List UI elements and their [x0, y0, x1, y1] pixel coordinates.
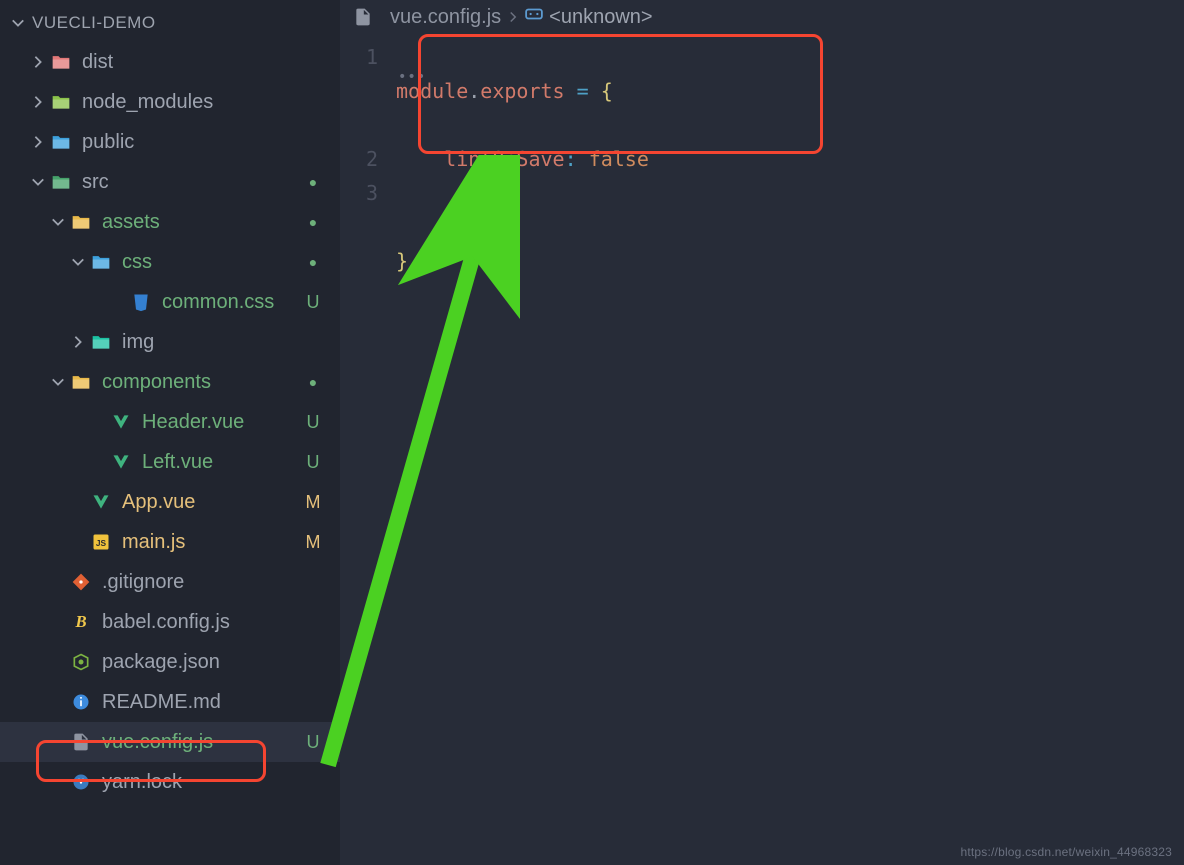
tree-item-left-vue[interactable]: Left.vueU — [0, 442, 340, 482]
file-babel-icon: B — [68, 611, 94, 633]
git-status-badge: M — [302, 492, 324, 513]
tree-item-src[interactable]: src● — [0, 162, 340, 202]
file-vue-icon — [108, 411, 134, 433]
tree-item-label: common.css — [162, 291, 302, 314]
folder-img-icon — [88, 331, 114, 353]
file-git-icon — [68, 571, 94, 593]
tree-item-label: components — [102, 371, 302, 394]
tree-item-babel-config-js[interactable]: Bbabel.config.js — [0, 602, 340, 642]
git-status-badge: U — [302, 452, 324, 473]
tree-item-label: package.json — [102, 651, 302, 674]
tree-item-css[interactable]: css● — [0, 242, 340, 282]
line-number: 3 — [340, 176, 396, 312]
git-status-badge: M — [302, 532, 324, 553]
git-status-badge: ● — [302, 174, 324, 190]
chevron-right-icon — [68, 335, 88, 349]
tree-item-components[interactable]: components● — [0, 362, 340, 402]
file-js-icon: JS — [88, 531, 114, 553]
git-status-badge: ● — [302, 374, 324, 390]
file-vue-icon — [108, 451, 134, 473]
chevron-right-icon — [28, 95, 48, 109]
tree-item-label: img — [122, 331, 302, 354]
git-status-badge: U — [302, 412, 324, 433]
tree-item-common-css[interactable]: common.cssU — [0, 282, 340, 322]
tree-item-dist[interactable]: dist — [0, 42, 340, 82]
chevron-down-icon — [48, 375, 68, 389]
tree-item-label: README.md — [102, 691, 302, 714]
tree-item-readme-md[interactable]: README.md — [0, 682, 340, 722]
chevron-down-icon — [68, 255, 88, 269]
tree-item-label: public — [82, 131, 302, 154]
tree-item-label: babel.config.js — [102, 611, 302, 634]
tree-item--gitignore[interactable]: .gitignore — [0, 562, 340, 602]
tree-item-node-modules[interactable]: node_modules — [0, 82, 340, 122]
svg-text:B: B — [74, 612, 86, 631]
file-info-icon — [68, 691, 94, 713]
file-explorer: VUECLI-DEMO distnode_modulespublicsrc●as… — [0, 0, 340, 865]
tree-item-label: main.js — [122, 531, 302, 554]
svg-text:JS: JS — [96, 538, 107, 548]
file-css-icon — [128, 291, 154, 313]
folder-assets-icon — [68, 211, 94, 233]
line-number: 2 — [340, 142, 396, 176]
editor: vue.config.js <unknown> ••• 1 module.exp… — [340, 0, 1184, 865]
chevron-right-icon — [507, 6, 519, 29]
breadcrumb[interactable]: vue.config.js <unknown> — [340, 0, 1184, 34]
tree-item-label: App.vue — [122, 491, 302, 514]
file-npm-icon — [68, 651, 94, 673]
project-name: VUECLI-DEMO — [32, 13, 156, 33]
git-status-badge: U — [302, 292, 324, 313]
breadcrumb-symbol: <unknown> — [549, 6, 652, 29]
chevron-right-icon — [28, 135, 48, 149]
tree-item-assets[interactable]: assets● — [0, 202, 340, 242]
folder-css-icon — [88, 251, 114, 273]
tree-item-label: vue.config.js — [102, 731, 302, 754]
tree-item-vue-config-js[interactable]: vue.config.jsU — [0, 722, 340, 762]
tree-item-package-json[interactable]: package.json — [0, 642, 340, 682]
file-vue-icon — [88, 491, 114, 513]
chevron-right-icon — [28, 55, 48, 69]
file-yarn-icon — [68, 771, 94, 793]
tree-item-app-vue[interactable]: App.vueM — [0, 482, 340, 522]
folder-components-icon — [68, 371, 94, 393]
folder-modules-icon — [48, 91, 74, 113]
tree-item-label: Header.vue — [142, 411, 302, 434]
line-number: 1 — [340, 40, 396, 142]
file-tree: distnode_modulespublicsrc●assets●css●com… — [0, 40, 340, 802]
breadcrumb-file: vue.config.js — [390, 6, 501, 29]
folder-public-icon — [48, 131, 74, 153]
tree-item-yarn-lock[interactable]: yarn.lock — [0, 762, 340, 802]
git-status-badge: ● — [302, 214, 324, 230]
tree-item-public[interactable]: public — [0, 122, 340, 162]
file-config-icon — [68, 731, 94, 753]
git-status-badge: ● — [302, 254, 324, 270]
tree-item-label: dist — [82, 51, 302, 74]
chevron-down-icon — [48, 215, 68, 229]
tree-item-label: node_modules — [82, 91, 302, 114]
tree-item-label: Left.vue — [142, 451, 302, 474]
folder-dist-icon — [48, 51, 74, 73]
tree-item-label: assets — [102, 211, 302, 234]
project-header[interactable]: VUECLI-DEMO — [0, 6, 340, 40]
tree-item-label: yarn.lock — [102, 771, 302, 794]
folder-src-icon — [48, 171, 74, 193]
watermark: https://blog.csdn.net/weixin_44968323 — [960, 845, 1172, 859]
module-icon — [525, 5, 543, 29]
chevron-down-icon — [8, 16, 28, 30]
chevron-down-icon — [28, 175, 48, 189]
file-config-icon — [350, 6, 376, 28]
git-status-badge: U — [302, 732, 324, 753]
tree-item-label: src — [82, 171, 302, 194]
tree-item-header-vue[interactable]: Header.vueU — [0, 402, 340, 442]
tree-item-main-js[interactable]: JS main.jsM — [0, 522, 340, 562]
tree-item-label: css — [122, 251, 302, 274]
tree-item-label: .gitignore — [102, 571, 302, 594]
code-area[interactable]: ••• 1 module.exports = { 2 lintOnSave: f… — [340, 34, 1184, 312]
tree-item-img[interactable]: img — [0, 322, 340, 362]
